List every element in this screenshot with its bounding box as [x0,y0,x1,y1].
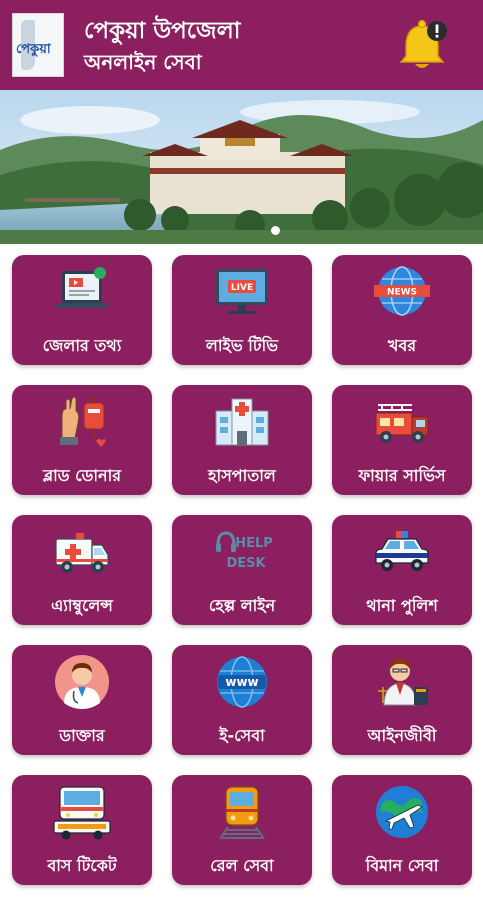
news-icon: NEWS [374,266,430,316]
help-desk-icon: HELP DESK [216,531,272,571]
lawyer-icon [378,659,428,706]
svg-text:NEWS: NEWS [387,288,417,298]
bus-icon [53,786,111,840]
tile-rail-service[interactable]: রেল সেবা [172,775,312,885]
blood-donor-icon [60,396,106,447]
tile-live-tv[interactable]: LIVE লাইভ টিভি [172,255,312,365]
tile-doctor[interactable]: ডাক্তার [12,645,152,755]
tile-label: জেলার তথ্য [42,336,122,355]
app-header: পেকুয়া পেকুয়া উপজেলা অনলাইন সেবা [0,0,483,90]
tile-e-service[interactable]: www ই-সেবা [172,645,312,755]
tile-label: থানা পুলিশ [366,596,438,615]
tile-label: ডাক্তার [59,726,105,745]
tile-district-info[interactable]: জেলার তথ্য [12,255,152,365]
tile-ambulance[interactable]: এ্যাম্বুলেন্স [12,515,152,625]
tile-lawyer[interactable]: আইনজীবী [332,645,472,755]
banner-image [0,90,483,244]
svg-text:www: www [225,675,258,689]
tile-label: বাস টিকেট [47,856,117,875]
fire-truck-icon [375,404,429,443]
banner-carousel[interactable] [0,90,483,244]
tile-label: ফায়ার সার্ভিস [358,466,446,485]
tile-label: খবর [387,336,417,355]
tile-label: ই-সেবা [219,726,265,745]
app-logo: পেকুয়া [12,13,64,77]
tile-fire-service[interactable]: ফায়ার সার্ভিস [332,385,472,495]
svg-text:LIVE: LIVE [231,283,253,293]
police-car-icon [375,531,429,571]
live-tv-icon: LIVE [216,269,268,314]
www-icon: www [217,656,267,708]
logo-text: পেকুয়া [16,42,51,57]
tile-label: বিমান সেবা [365,856,439,875]
tile-hospital[interactable]: হাসপাতাল [172,385,312,495]
tile-blood-donor[interactable]: ব্লাড ডোনার [12,385,152,495]
tile-label: রেল সেবা [210,856,274,875]
page-title: পেকুয়া উপজেলা [84,18,241,44]
tile-label: আইনজীবী [367,726,437,745]
svg-text:HELP: HELP [235,536,272,551]
tile-label: লাইভ টিভি [205,336,279,355]
tile-news[interactable]: NEWS খবর [332,255,472,365]
notification-bell-icon[interactable] [396,16,452,74]
carousel-dot-active[interactable] [271,226,280,235]
ambulance-icon [55,533,109,573]
tile-air-service[interactable]: বিমান সেবা [332,775,472,885]
train-icon [219,786,265,840]
hospital-icon [215,398,269,446]
tile-police[interactable]: থানা পুলিশ [332,515,472,625]
tile-label: ব্লাড ডোনার [42,466,122,485]
airplane-icon [376,786,428,838]
page-subtitle: অনলাইন সেবা [84,50,202,74]
tile-label: হাসপাতাল [208,466,276,485]
doctor-icon [55,655,109,709]
tile-help-line[interactable]: HELP DESK হেল্প লাইন [172,515,312,625]
tile-label: হেল্প লাইন [208,596,276,615]
tile-label: এ্যাম্বুলেন্স [51,596,113,615]
svg-text:DESK: DESK [226,556,266,571]
tile-bus-ticket[interactable]: বাস টিকেট [12,775,152,885]
district-info-icon [56,267,108,308]
